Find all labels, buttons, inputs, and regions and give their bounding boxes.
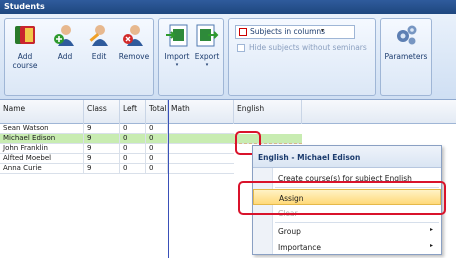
context-menu-title: English - Michael Edison (253, 146, 441, 168)
cell-name: Sean Watson (0, 124, 84, 134)
column-header-math[interactable]: Math (168, 100, 234, 124)
parameters-button[interactable]: Parameters (382, 22, 430, 61)
edit-label: Edit (91, 52, 107, 61)
parameters-label: Parameters (384, 52, 428, 61)
chevron-down-icon: ▾ (320, 27, 324, 34)
column-header-name[interactable]: Name (0, 100, 84, 124)
add-course-label: Add course (12, 52, 38, 70)
add-course-icon (15, 26, 35, 44)
import-dropdown-arrow[interactable]: ▾ (162, 61, 192, 70)
ribbon-group-subjects: Subjects in columns ▾ Hide subjects with… (228, 18, 376, 96)
cell-total: 0 (146, 144, 168, 154)
menu-item-importance[interactable]: Importance ▸ (253, 239, 441, 255)
remove-user-icon (123, 25, 143, 46)
add-user-icon (54, 25, 74, 46)
columns-icon (239, 28, 247, 36)
table-row[interactable]: Anna Curie 9 0 0 (0, 164, 234, 174)
submenu-arrow-icon: ▸ (429, 226, 433, 233)
cell-total: 0 (146, 134, 168, 144)
cell-name: Anna Curie (0, 164, 84, 174)
import-label: Import (164, 52, 190, 61)
edit-user-icon (89, 25, 108, 46)
cell-left: 0 (120, 154, 146, 164)
math-column-divider (168, 100, 169, 258)
table-row[interactable]: Alfted Moebel 9 0 0 (0, 154, 234, 164)
cell-left: 0 (120, 164, 146, 174)
cell-total: 0 (146, 124, 168, 134)
gears-icon (397, 25, 417, 45)
window-title: Students (0, 0, 456, 14)
hide-subjects-checkbox[interactable]: Hide subjects without seminars (235, 43, 367, 52)
submenu-arrow-icon: ▸ (429, 242, 433, 249)
export-icon (196, 24, 219, 47)
column-header-left[interactable]: Left (120, 100, 146, 124)
cell-total: 0 (146, 164, 168, 174)
menu-item-importance-label: Importance (278, 243, 321, 252)
column-header-total[interactable]: Total (146, 100, 168, 124)
annotation-highlight-assign (238, 181, 446, 215)
cell-left: 0 (120, 144, 146, 154)
cell-left: 0 (120, 134, 146, 144)
remove-button[interactable]: Remove (116, 22, 152, 61)
add-course-button[interactable]: Add course (8, 22, 42, 70)
cell-class: 9 (84, 144, 120, 154)
grid-header: Name Class Left Total Math English (0, 100, 456, 124)
edit-button[interactable]: Edit (84, 22, 114, 61)
remove-label: Remove (118, 52, 150, 61)
cell-class: 9 (84, 164, 120, 174)
table-row[interactable]: Sean Watson 9 0 0 (0, 124, 234, 134)
cell-left: 0 (120, 124, 146, 134)
menu-item-group-label: Group (278, 227, 301, 236)
export-label: Export (194, 52, 220, 61)
add-button[interactable]: Add (50, 22, 80, 61)
cell-class: 9 (84, 154, 120, 164)
export-button[interactable]: Export ▾ (192, 22, 222, 70)
subjects-dropdown-value: Subjects in columns (250, 27, 326, 36)
column-header-class[interactable]: Class (84, 100, 120, 124)
cell-name: Michael Edison (0, 134, 84, 144)
cell-class: 9 (84, 124, 120, 134)
subjects-dropdown[interactable]: Subjects in columns ▾ (235, 25, 355, 39)
column-header-english[interactable]: English (234, 100, 302, 124)
export-dropdown-arrow[interactable]: ▾ (192, 61, 222, 70)
import-button[interactable]: Import ▾ (162, 22, 192, 70)
ribbon-toolbar: Add course Add Edit Remove Import ▾ Expo… (0, 14, 456, 100)
import-icon (166, 24, 188, 47)
hide-subjects-label: Hide subjects without seminars (249, 43, 367, 52)
table-row[interactable]: John Franklin 9 0 0 (0, 144, 234, 154)
cell-name: John Franklin (0, 144, 84, 154)
cell-name: Alfted Moebel (0, 154, 84, 164)
checkbox-box[interactable] (237, 44, 245, 52)
cell-class: 9 (84, 134, 120, 144)
menu-item-group[interactable]: Group ▸ (253, 223, 441, 239)
cell-total: 0 (146, 154, 168, 164)
add-label: Add (57, 52, 73, 61)
